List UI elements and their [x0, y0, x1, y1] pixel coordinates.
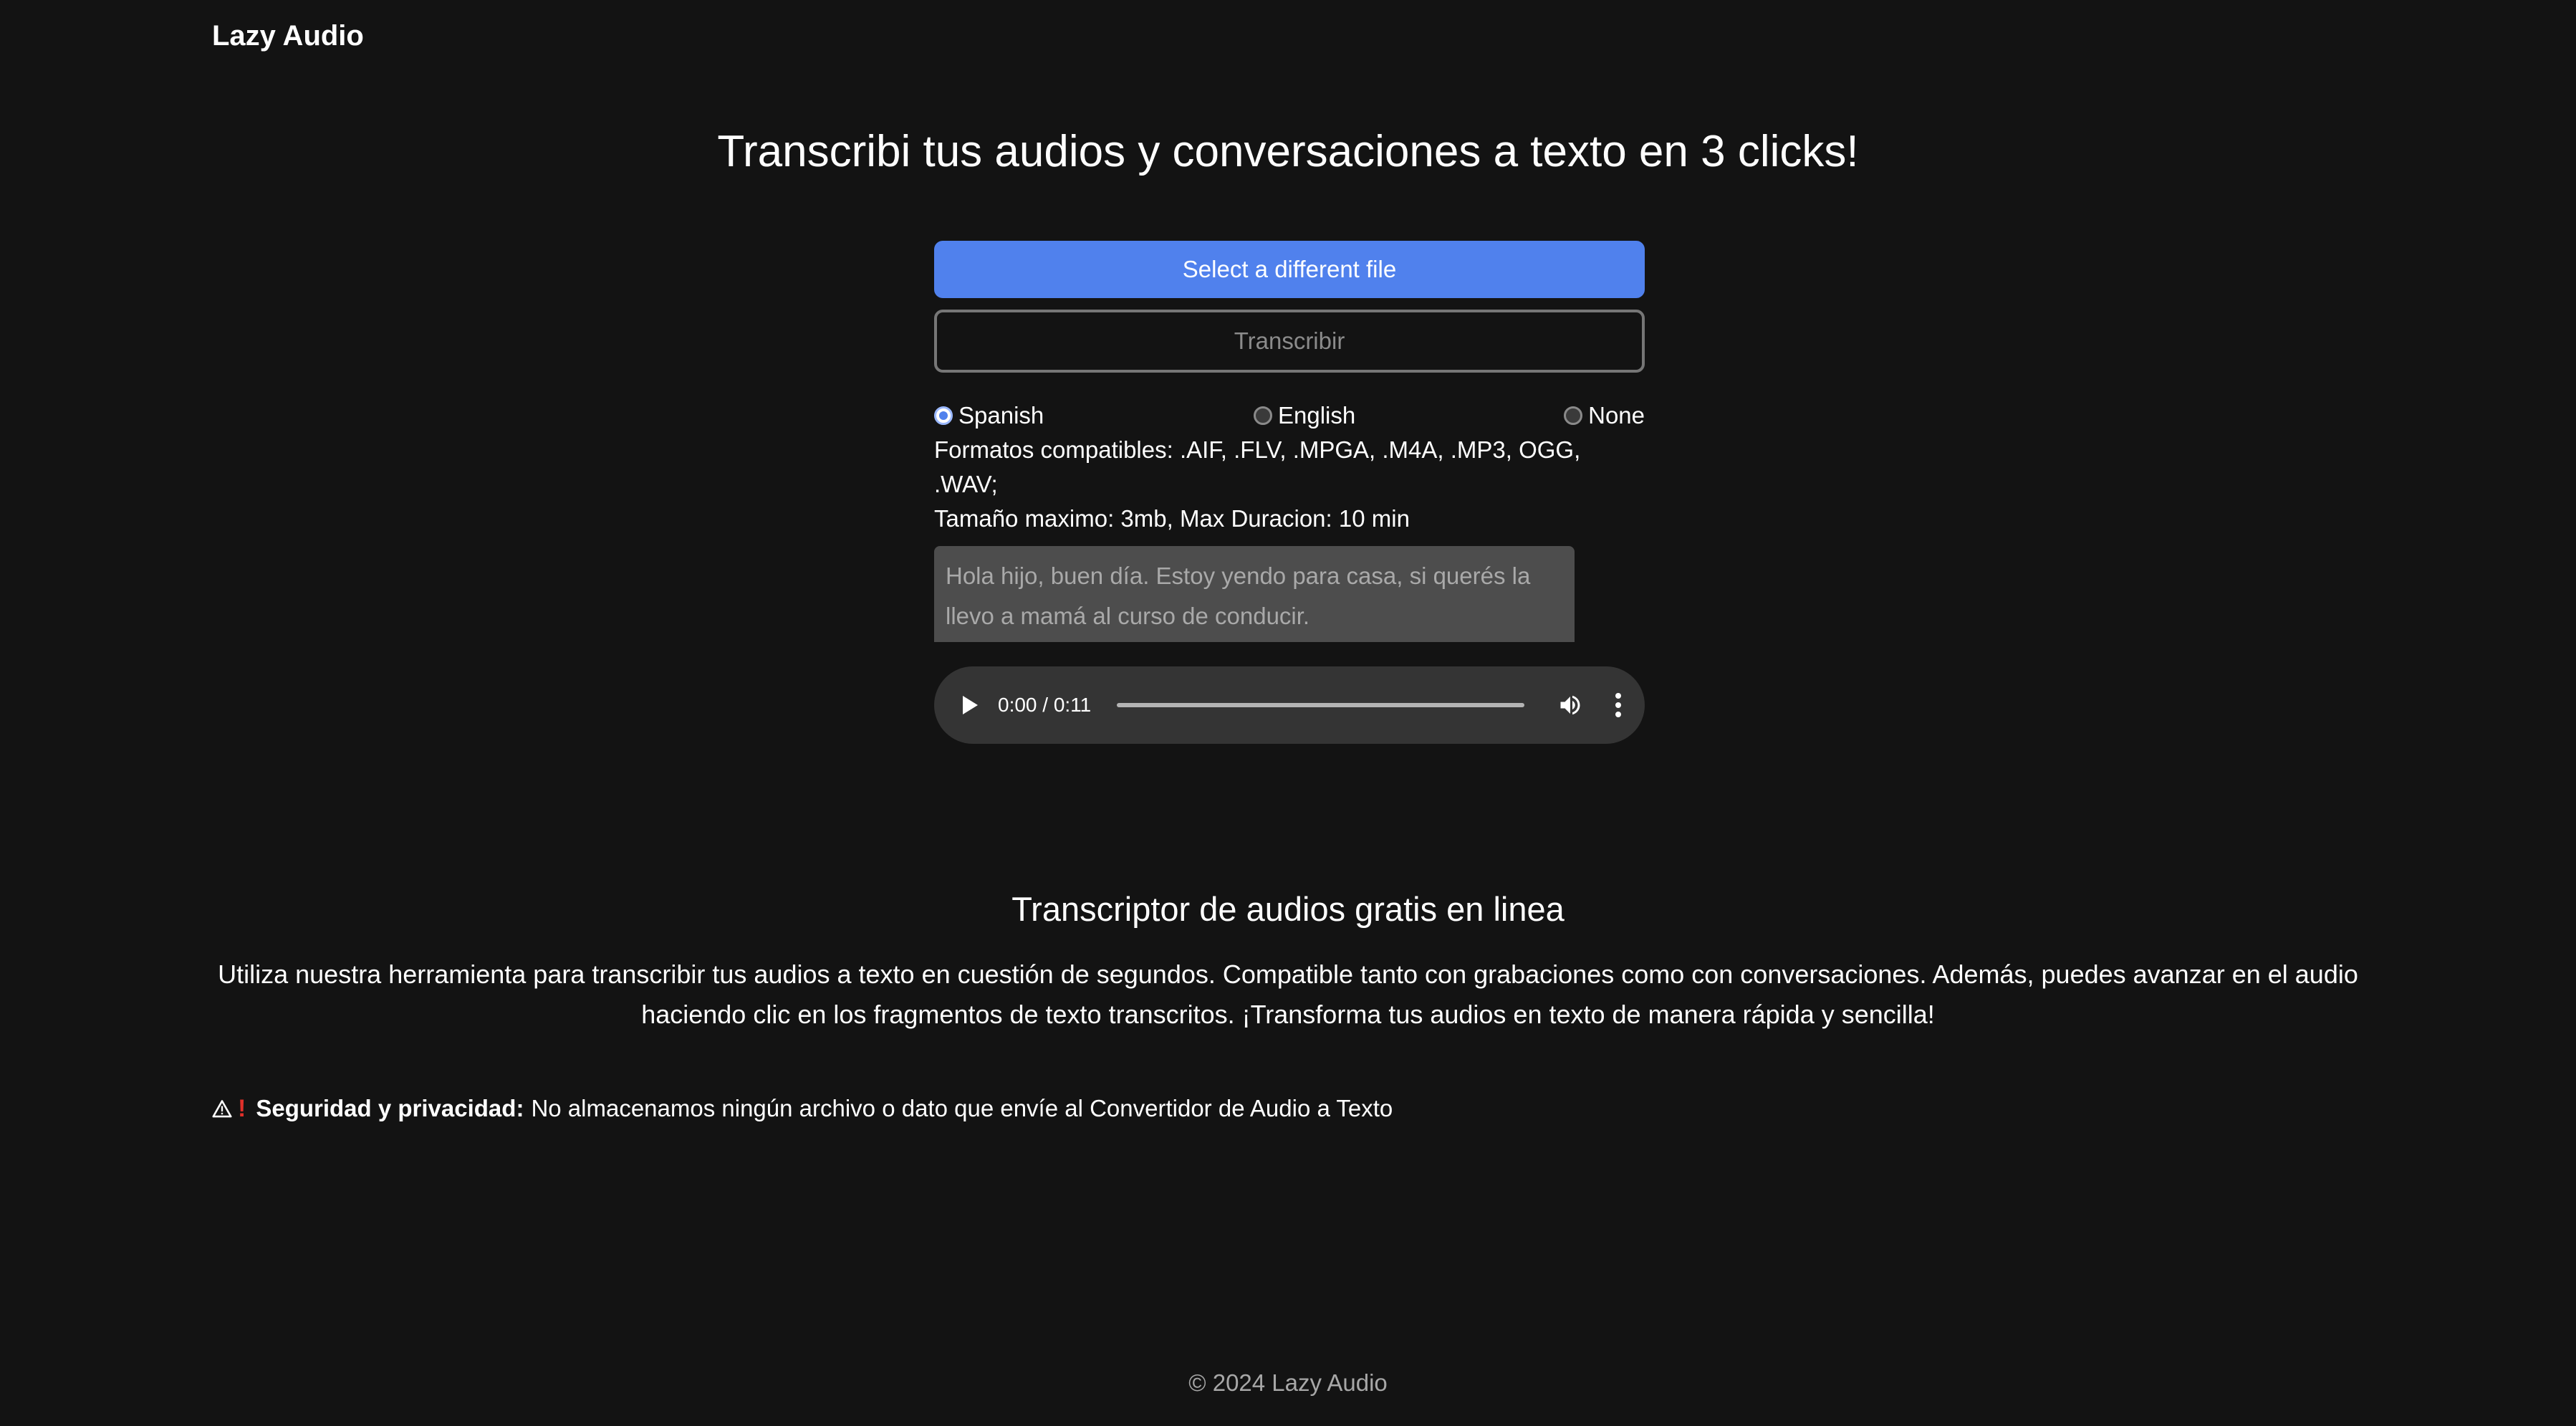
- play-icon[interactable]: [963, 696, 978, 714]
- radio-english[interactable]: [1254, 406, 1272, 425]
- transcript-output[interactable]: Hola hijo, buen día. Estoy yendo para ca…: [934, 546, 1575, 642]
- info-title: Transcriptor de audios gratis en linea: [1011, 890, 1565, 928]
- transcribe-button[interactable]: Transcribir: [934, 310, 1645, 373]
- language-label-none: None: [1588, 402, 1645, 429]
- security-text: No almacenamos ningún archivo o dato que…: [531, 1095, 1393, 1121]
- footer-copyright: © 2024 Lazy Audio: [1188, 1369, 1388, 1396]
- page: Lazy Audio Transcribi tus audios y conve…: [0, 0, 2576, 1426]
- formats-line: Formatos compatibles: .AIF, .FLV, .MPGA,…: [934, 436, 1581, 497]
- exclamation-icon: !: [238, 1095, 246, 1122]
- language-option-english[interactable]: English: [1254, 398, 1355, 433]
- audio-time: 0:00 / 0:11: [998, 694, 1092, 716]
- more-options-icon[interactable]: [1615, 693, 1622, 717]
- language-label-english: English: [1278, 402, 1356, 429]
- select-file-button[interactable]: Select a different file: [934, 241, 1645, 298]
- language-option-none[interactable]: None: [1564, 398, 1645, 433]
- security-label: Seguridad y privacidad:: [256, 1095, 524, 1121]
- audio-player: 0:00 / 0:11: [934, 666, 1645, 744]
- radio-spanish[interactable]: [934, 406, 953, 425]
- upload-panel: Select a different file Transcribir Span…: [934, 241, 1645, 744]
- radio-none[interactable]: [1564, 406, 1583, 425]
- volume-icon[interactable]: [1557, 692, 1583, 718]
- formats-info: Formatos compatibles: .AIF, .FLV, .MPGA,…: [934, 433, 1645, 536]
- warning-icon: [212, 1100, 232, 1118]
- brand-logo-text[interactable]: Lazy Audio: [212, 16, 364, 56]
- language-label-spanish: Spanish: [958, 402, 1044, 429]
- language-selector: Spanish English None: [934, 398, 1645, 433]
- security-notice: ! Seguridad y privacidad: No almacenamos…: [212, 1091, 1393, 1126]
- hero-title: Transcribi tus audios y conversaciones a…: [717, 127, 1859, 176]
- language-option-spanish[interactable]: Spanish: [934, 398, 1044, 433]
- info-description: Utiliza nuestra herramienta para transcr…: [218, 960, 2358, 1029]
- audio-progress-bar[interactable]: [1117, 703, 1524, 707]
- limits-line: Tamaño maximo: 3mb, Max Duracion: 10 min: [934, 505, 1410, 532]
